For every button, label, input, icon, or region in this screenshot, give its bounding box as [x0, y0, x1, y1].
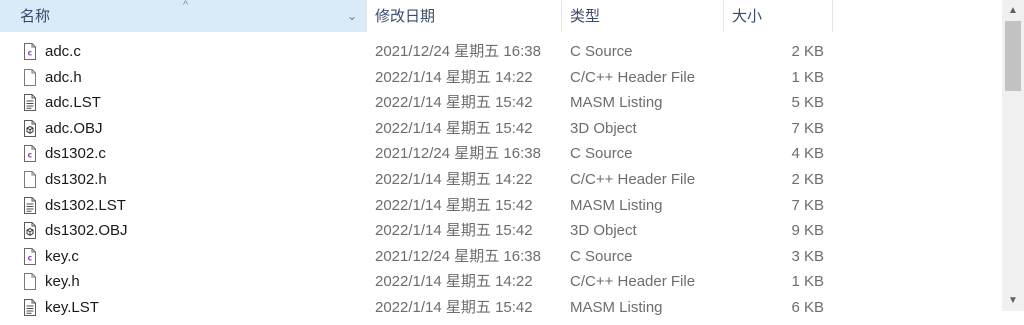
3d-object-icon	[23, 119, 37, 137]
file-row[interactable]: ds1302.OBJ 2022/1/14 星期五 15:42 3D Object 9 …	[0, 218, 1002, 244]
column-header-type-label: 类型	[570, 8, 601, 25]
sort-ascending-icon: ^	[183, 0, 189, 11]
file-row[interactable]: c adc.c 2021/12/24 星期五 16:38 C Source 2 KB	[0, 39, 1002, 65]
file-name[interactable]: key.h	[45, 269, 80, 295]
listing-file-icon	[23, 94, 37, 112]
file-size: 1 KB	[791, 68, 824, 86]
file-name[interactable]: key.c	[45, 244, 79, 270]
header-file-icon	[23, 68, 37, 86]
file-type: C Source	[570, 247, 633, 265]
column-header-date-label: 修改日期	[375, 8, 436, 25]
file-name[interactable]: adc.LST	[45, 90, 101, 116]
file-type: C/C++ Header File	[570, 273, 696, 291]
file-modified-date: 2022/1/14 星期五 15:42	[375, 298, 533, 316]
column-header-name-label: 名称	[20, 8, 51, 25]
svg-text:c: c	[28, 151, 32, 160]
file-row[interactable]: ds1302.LST 2022/1/14 星期五 15:42 MASM Listin…	[0, 193, 1002, 219]
file-name[interactable]: ds1302.h	[45, 167, 107, 193]
file-row[interactable]: c key.c 2021/12/24 星期五 16:38 C Source 3 KB	[0, 244, 1002, 270]
file-name[interactable]: ds1302.LST	[45, 193, 126, 219]
file-row[interactable]: ds1302.h 2022/1/14 星期五 14:22 C/C++ Header …	[0, 167, 1002, 193]
file-type: C Source	[570, 43, 633, 60]
file-size: 6 KB	[791, 298, 824, 316]
file-modified-date: 2022/1/14 星期五 15:42	[375, 222, 533, 240]
scroll-down-icon[interactable]: ▼	[1002, 291, 1024, 311]
c-source-icon: c	[23, 145, 37, 163]
column-header-size[interactable]: 大小	[724, 0, 832, 32]
file-modified-date: 2022/1/14 星期五 15:42	[375, 94, 533, 112]
file-name[interactable]: adc.c	[45, 39, 81, 65]
file-modified-date: 2021/12/24 星期五 16:38	[375, 145, 541, 163]
c-source-icon: c	[23, 247, 37, 265]
file-size: 5 KB	[791, 94, 824, 112]
file-row[interactable]: adc.h 2022/1/14 星期五 14:22 C/C++ Header Fil…	[0, 65, 1002, 91]
file-name[interactable]: key.LST	[45, 295, 99, 321]
scrollbar-thumb[interactable]	[1005, 21, 1021, 91]
column-divider[interactable]	[832, 0, 833, 32]
file-list: c adc.c 2021/12/24 星期五 16:38 C Source 2 KB ad…	[0, 39, 1002, 321]
header-file-icon	[23, 273, 37, 291]
file-size: 2 KB	[791, 43, 824, 60]
file-name[interactable]: ds1302.OBJ	[45, 218, 128, 244]
vertical-scrollbar[interactable]: ▲ ▼	[1002, 0, 1024, 311]
file-type: C/C++ Header File	[570, 170, 696, 188]
header-file-icon	[23, 170, 37, 188]
file-size: 3 KB	[791, 247, 824, 265]
file-row[interactable]: adc.LST 2022/1/14 星期五 15:42 MASM Listing 5 …	[0, 90, 1002, 116]
file-name[interactable]: adc.h	[45, 65, 82, 91]
file-size: 1 KB	[791, 273, 824, 291]
file-name[interactable]: ds1302.c	[45, 141, 106, 167]
column-header-bar: 名称 ^ ⌄ 修改日期 类型 大小	[0, 0, 1002, 32]
file-modified-date: 2021/12/24 星期五 16:38	[375, 247, 541, 265]
file-type: 3D Object	[570, 222, 637, 240]
file-modified-date: 2022/1/14 星期五 14:22	[375, 170, 533, 188]
file-row[interactable]: c ds1302.c 2021/12/24 星期五 16:38 C Source 4 K…	[0, 141, 1002, 167]
column-header-date[interactable]: 修改日期	[367, 0, 561, 32]
file-size: 7 KB	[791, 196, 824, 214]
file-size: 9 KB	[791, 222, 824, 240]
file-modified-date: 2022/1/14 星期五 14:22	[375, 68, 533, 86]
listing-file-icon	[23, 298, 37, 316]
file-modified-date: 2021/12/24 星期五 16:38	[375, 43, 541, 60]
file-type: C/C++ Header File	[570, 68, 696, 86]
file-row[interactable]: key.h 2022/1/14 星期五 14:22 C/C++ Header Fil…	[0, 269, 1002, 295]
file-modified-date: 2022/1/14 星期五 15:42	[375, 119, 533, 137]
svg-text:c: c	[28, 49, 32, 58]
file-type: C Source	[570, 145, 633, 163]
file-name[interactable]: adc.OBJ	[45, 116, 103, 142]
column-header-size-label: 大小	[732, 8, 763, 25]
file-type: 3D Object	[570, 119, 637, 137]
file-type: MASM Listing	[570, 94, 663, 112]
column-header-type[interactable]: 类型	[562, 0, 723, 32]
file-size: 7 KB	[791, 119, 824, 137]
file-size: 4 KB	[791, 145, 824, 163]
listing-file-icon	[23, 196, 37, 214]
3d-object-icon	[23, 222, 37, 240]
file-modified-date: 2022/1/14 星期五 14:22	[375, 273, 533, 291]
c-source-icon: c	[23, 43, 37, 60]
svg-text:c: c	[28, 253, 32, 262]
chevron-down-icon[interactable]: ⌄	[347, 7, 357, 25]
file-row[interactable]: adc.OBJ 2022/1/14 星期五 15:42 3D Object 7 KB	[0, 116, 1002, 142]
scroll-up-icon[interactable]: ▲	[1002, 0, 1024, 20]
file-type: MASM Listing	[570, 196, 663, 214]
file-row[interactable]: key.LST 2022/1/14 星期五 15:42 MASM Listing 6 …	[0, 295, 1002, 321]
file-size: 2 KB	[791, 170, 824, 188]
file-modified-date: 2022/1/14 星期五 15:42	[375, 196, 533, 214]
file-type: MASM Listing	[570, 298, 663, 316]
